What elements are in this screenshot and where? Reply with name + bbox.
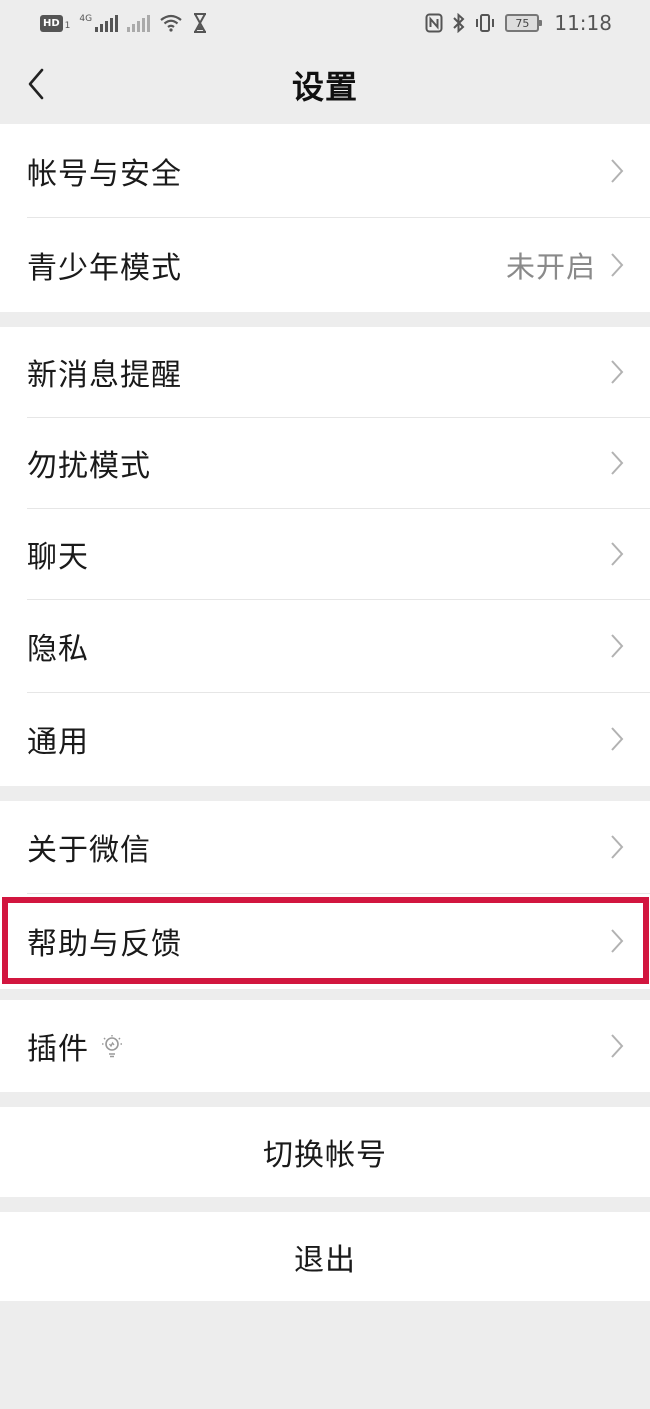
plugins-label-wrap: 插件 [27,1024,610,1068]
nfc-icon [425,13,443,33]
lightbulb-icon [102,1035,122,1058]
network-type-label: 4G [79,14,93,24]
chevron-right-icon [611,541,624,566]
status-bar-right: 75 11:18 [425,11,612,35]
settings-item-general[interactable]: 通用 [0,692,650,786]
settings-item-do-not-disturb[interactable]: 勿扰模式 [0,417,650,508]
chevron-right-icon [611,450,624,475]
chevron-right-icon [611,252,624,277]
hd-icon: HD [40,14,63,32]
settings-item-label: 聊天 [27,539,89,575]
settings-group-account: 帐号与安全 青少年模式 未开启 [0,124,650,312]
chevron-right-icon [611,929,624,953]
settings-item-label: 隐私 [27,631,89,667]
settings-group-plugins: 插件 [0,1000,650,1092]
sim-slot-label: 1 [64,21,71,31]
settings-item-chats[interactable]: 聊天 [0,508,650,599]
logout-button[interactable]: 退出 [0,1212,650,1301]
settings-item-label: 新消息提醒 [27,358,182,393]
settings-item-label: 帮助与反馈 [27,927,182,962]
settings-group-general: 新消息提醒 勿扰模式 聊天 隐私 通用 [0,327,650,786]
settings-group-about: 关于微信 帮助与反馈 [0,801,650,989]
settings-item-label: 通用 [27,725,89,760]
battery-icon: 75 [505,14,543,32]
page-title: 设置 [291,68,358,106]
signal-off-icon [127,14,151,32]
settings-item-about-wechat[interactable]: 关于微信 [0,801,650,893]
settings-item-label: 勿扰模式 [27,448,151,484]
settings-item-new-message-alerts[interactable]: 新消息提醒 [0,327,650,417]
chevron-right-icon [611,1034,624,1058]
chevron-right-icon [611,360,624,384]
switch-account-button[interactable]: 切换帐号 [0,1107,650,1197]
status-bar-left: HD 1 4G [40,13,208,33]
settings-item-label: 关于微信 [27,833,151,868]
settings-item-youth-mode[interactable]: 青少年模式 未开启 [0,217,650,312]
settings-item-help-feedback[interactable]: 帮助与反馈 [0,893,650,989]
settings-item-label: 插件 [27,1032,89,1067]
back-button[interactable] [18,64,54,104]
status-bar: HD 1 4G 75 11:18 [0,0,650,46]
settings-item-account-security[interactable]: 帐号与安全 [0,124,650,217]
chevron-right-icon [611,633,624,658]
settings-item-privacy[interactable]: 隐私 [0,599,650,692]
signal-icon [95,14,119,32]
status-time: 11:18 [554,11,612,35]
chevron-right-icon [611,727,624,751]
settings-item-label: 青少年模式 [27,250,182,286]
settings-item-plugins[interactable]: 插件 [0,1000,650,1092]
youth-mode-status: 未开启 [505,249,596,284]
nav-bar: 设置 [0,46,650,124]
wifi-icon [160,14,182,32]
chevron-left-icon [28,68,44,100]
vibrate-icon [476,14,495,32]
hourglass-icon [194,13,207,33]
bluetooth-icon [453,13,465,33]
chevron-right-icon [611,158,624,183]
settings-item-label: 帐号与安全 [27,156,182,192]
chevron-right-icon [611,835,624,859]
